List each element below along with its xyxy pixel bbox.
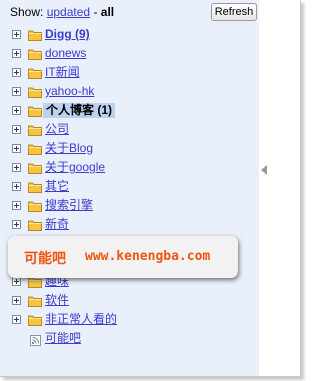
folder-icon: [28, 142, 42, 155]
expand-icon[interactable]: [12, 30, 21, 39]
subscriptions-panel: Show: updated - all Refresh Digg (9) done…: [0, 0, 259, 376]
expand-icon[interactable]: [12, 49, 21, 58]
folder-label[interactable]: Digg (9): [45, 27, 90, 42]
folder-icon: [28, 104, 42, 117]
folder-icon: [28, 47, 42, 60]
folder-icon: [28, 313, 42, 326]
refresh-button[interactable]: Refresh: [211, 3, 257, 21]
folder-row[interactable]: Digg (9): [0, 25, 259, 44]
folder-row[interactable]: 新奇: [0, 215, 259, 234]
folder-label[interactable]: 关于google: [45, 160, 105, 175]
folder-icon: [28, 199, 42, 212]
expand-icon[interactable]: [12, 296, 21, 305]
expand-icon[interactable]: [12, 220, 21, 229]
feed-row[interactable]: 可能吧: [0, 329, 259, 348]
folder-row[interactable]: yahoo-hk: [0, 82, 259, 101]
content-area: [259, 0, 300, 376]
watermark-site: www.kenengba.com: [85, 249, 211, 264]
folder-icon: [28, 123, 42, 136]
folder-row[interactable]: 非正常人看的: [0, 310, 259, 329]
folder-row[interactable]: 公司: [0, 120, 259, 139]
expand-icon[interactable]: [12, 182, 21, 191]
folder-label[interactable]: 软件: [45, 293, 69, 308]
folder-label[interactable]: 其它: [45, 179, 69, 194]
folder-icon: [28, 180, 42, 193]
folder-row[interactable]: 个人博客 (1): [0, 101, 259, 120]
folder-label[interactable]: 新奇: [45, 217, 69, 232]
expand-icon[interactable]: [12, 106, 21, 115]
view-filter: Show: updated - all: [10, 5, 114, 19]
expand-icon[interactable]: [12, 68, 21, 77]
feed-label[interactable]: 可能吧: [45, 331, 81, 346]
folder-row[interactable]: 关于Blog: [0, 139, 259, 158]
folder-icon: [28, 85, 42, 98]
folder-icon: [28, 66, 42, 79]
expand-icon[interactable]: [12, 125, 21, 134]
subscription-tree: Digg (9) donews IT新闻 yahoo-hk 个人博客 (1) 公司关于Bl…: [0, 25, 259, 348]
folder-label[interactable]: IT新闻: [45, 65, 80, 80]
expand-icon[interactable]: [12, 315, 21, 324]
folder-row[interactable]: 关于google: [0, 158, 259, 177]
expand-icon[interactable]: [12, 201, 21, 210]
watermark-brand: 可能吧: [24, 251, 66, 267]
expand-icon[interactable]: [12, 277, 21, 286]
show-label: Show:: [10, 5, 44, 19]
reader-frame: Show: updated - all Refresh Digg (9) done…: [0, 0, 301, 377]
updated-link[interactable]: updated: [47, 5, 90, 19]
folder-label[interactable]: 非正常人看的: [45, 312, 117, 327]
folder-row[interactable]: 其它: [0, 177, 259, 196]
folder-row[interactable]: 搜索引擎: [0, 196, 259, 215]
feed-icon: [30, 333, 41, 346]
folder-row[interactable]: 软件: [0, 291, 259, 310]
expand-icon[interactable]: [12, 87, 21, 96]
folder-label[interactable]: donews: [45, 46, 86, 61]
folder-row[interactable]: IT新闻: [0, 63, 259, 82]
folder-icon: [28, 294, 42, 307]
expand-icon[interactable]: [12, 144, 21, 153]
folder-label[interactable]: 个人博客 (1): [43, 103, 116, 118]
folder-icon: [28, 161, 42, 174]
folder-label[interactable]: 搜索引擎: [45, 198, 93, 213]
folder-row[interactable]: donews: [0, 44, 259, 63]
folder-label[interactable]: yahoo-hk: [45, 84, 94, 99]
filter-separator: -: [93, 5, 98, 19]
folder-label[interactable]: 关于Blog: [45, 141, 93, 156]
folder-icon: [28, 28, 42, 41]
collapse-arrow-icon[interactable]: [261, 165, 267, 175]
watermark-banner: 可能吧 www.kenengba.com: [8, 236, 238, 278]
folder-icon: [28, 218, 42, 231]
folder-label[interactable]: 公司: [45, 122, 69, 137]
all-label: all: [100, 5, 115, 19]
expand-icon[interactable]: [12, 163, 21, 172]
